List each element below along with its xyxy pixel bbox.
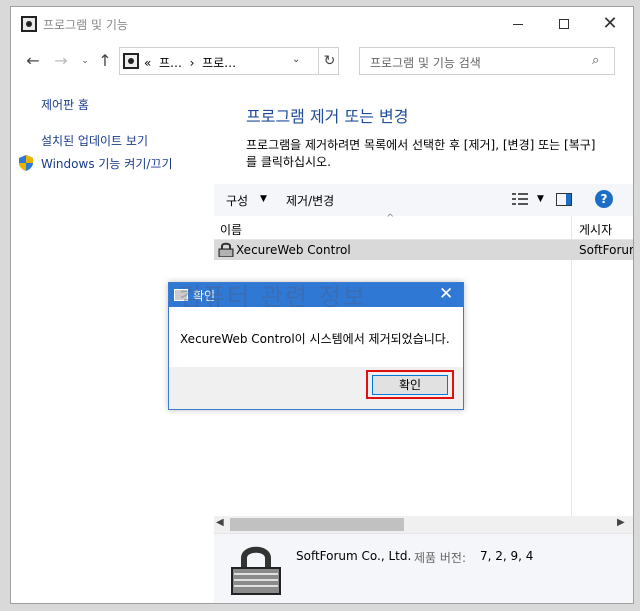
details-version: 7, 2, 9, 4 <box>480 549 534 563</box>
dialog-footer: 확인 <box>169 367 463 409</box>
dialog-message: XecureWeb Control이 시스템에서 제거되었습니다. <box>180 332 450 346</box>
page-description: 프로그램을 제거하려면 목록에서 선택한 후 [제거], [변경] 또는 [복구… <box>246 138 596 169</box>
help-icon[interactable]: ? <box>595 190 613 208</box>
minimize-button[interactable] <box>495 7 541 41</box>
refresh-icon[interactable]: ↻ <box>318 48 340 74</box>
confirm-dialog: 확인 ✕ 컴퓨터 관련 정보 XecureWeb Control이 시스템에서 … <box>168 282 464 410</box>
toolbar: 구성 ▼ 제거/변경 ▼ ? <box>214 184 633 216</box>
breadcrumb[interactable]: « 프… › 프로… <box>144 54 236 71</box>
windows-features-link[interactable]: Windows 기능 켜기/끄기 <box>41 155 172 172</box>
watermark: 컴퓨터 관련 정보 <box>179 283 367 311</box>
up-arrow-icon[interactable]: ↑ <box>95 51 115 71</box>
search-input[interactable]: 프로그램 및 기능 검색 ⌕ <box>359 47 615 75</box>
table-row[interactable]: XecureWeb Control SoftForum Co., Ltd. <box>214 240 633 260</box>
scroll-left-icon[interactable]: ◀ <box>216 517 224 528</box>
control-panel-icon <box>21 16 37 32</box>
window-title: 프로그램 및 기능 <box>43 18 128 32</box>
title-bar: 프로그램 및 기능 ✕ <box>11 7 633 41</box>
column-header-name[interactable]: 이름 <box>220 221 242 238</box>
recent-locations-icon[interactable]: ⌄ <box>75 51 95 71</box>
forward-arrow-icon[interactable]: → <box>51 51 71 71</box>
ok-button[interactable]: 확인 <box>372 375 448 395</box>
program-name: XecureWeb Control <box>236 243 351 257</box>
minimize-icon <box>513 23 523 25</box>
uninstall-change-button[interactable]: 제거/변경 <box>286 192 334 209</box>
view-options-icon[interactable] <box>510 190 530 208</box>
details-pane: SoftForum Co., Ltd. 제품 버전: 7, 2, 9, 4 <box>214 533 633 603</box>
view-dropdown-icon[interactable]: ▼ <box>537 194 544 204</box>
search-placeholder: 프로그램 및 기능 검색 <box>370 56 481 70</box>
lock-icon <box>218 242 234 257</box>
chevron-down-icon[interactable]: ⌄ <box>292 54 300 65</box>
preview-pane-icon[interactable] <box>556 193 572 206</box>
column-divider <box>571 260 572 516</box>
scrollbar-thumb[interactable] <box>230 518 404 531</box>
shield-icon <box>19 155 33 171</box>
horizontal-scrollbar[interactable]: ◀ ▶ <box>214 516 633 533</box>
details-version-label: 제품 버전: <box>414 551 467 565</box>
maximize-button[interactable] <box>541 7 587 41</box>
list-header: ^ 이름 게시자 <box>214 213 633 240</box>
close-button[interactable]: ✕ <box>587 7 633 41</box>
search-icon[interactable]: ⌕ <box>592 53 599 68</box>
close-icon[interactable]: ✕ <box>439 284 453 304</box>
lock-icon <box>231 546 281 595</box>
close-icon: ✕ <box>602 13 618 34</box>
scroll-right-icon[interactable]: ▶ <box>617 517 625 528</box>
page-title: 프로그램 제거 또는 변경 <box>246 107 409 126</box>
column-header-publisher[interactable]: 게시자 <box>579 221 612 238</box>
back-arrow-icon[interactable]: ← <box>23 51 43 71</box>
details-company: SoftForum Co., Ltd. <box>296 549 412 563</box>
organize-dropdown-icon[interactable]: ▼ <box>260 194 267 204</box>
sort-ascending-icon: ^ <box>386 213 395 224</box>
address-bar[interactable]: « 프… › 프로… ⌄ ↻ <box>119 47 339 75</box>
maximize-icon <box>559 19 569 29</box>
organize-button[interactable]: 구성 <box>226 192 248 209</box>
control-panel-icon <box>123 53 139 69</box>
installed-updates-link[interactable]: 설치된 업데이트 보기 <box>41 132 148 149</box>
program-publisher: SoftForum Co., Ltd. <box>579 243 633 257</box>
column-divider[interactable] <box>571 216 572 240</box>
control-panel-home-link[interactable]: 제어판 홈 <box>41 96 89 113</box>
